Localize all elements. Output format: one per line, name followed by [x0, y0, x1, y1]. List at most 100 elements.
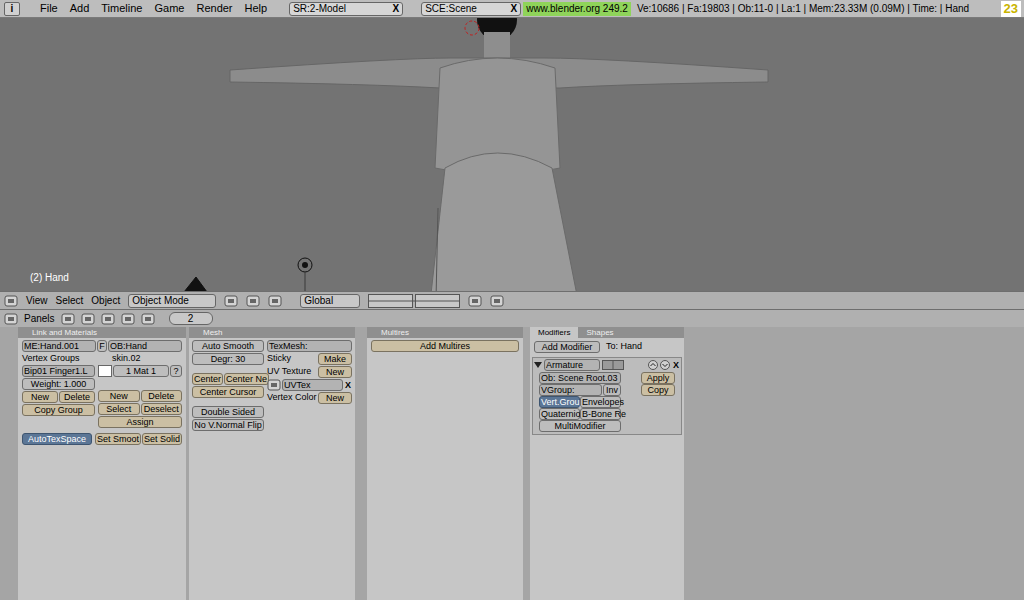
material-help-button[interactable]: ?	[170, 365, 182, 377]
armature-modifier: Armature X Ob: Scene Root.03VGroup:Inv Vert…	[532, 357, 682, 435]
modifier-delete-button[interactable]: X	[672, 360, 680, 370]
buttons-header: Panels 2	[0, 309, 1024, 327]
center-cursor-button[interactable]: Center Cursor	[192, 386, 264, 398]
menu-item[interactable]: Game	[154, 0, 184, 17]
set-solid-button[interactable]: Set Solid	[142, 433, 182, 445]
menu-item[interactable]: Help	[245, 0, 268, 17]
menu-item[interactable]: File	[40, 0, 58, 17]
menu-item[interactable]: Render	[196, 0, 232, 17]
logic-icon[interactable]	[61, 313, 75, 325]
draw-type-icon[interactable]	[224, 295, 238, 307]
uv-active-icon[interactable]	[267, 379, 281, 391]
set-smooth-button[interactable]: Set Smoot	[95, 433, 141, 445]
copy-group-button[interactable]: Copy Group	[22, 404, 95, 416]
panel-tab[interactable]: Shapes	[578, 327, 621, 338]
uv-name-field[interactable]: UVTex	[282, 379, 343, 391]
object-icon[interactable]	[121, 313, 135, 325]
menu-item[interactable]: Add	[70, 0, 90, 17]
mesh-panel: Mesh Auto SmoothDegr: 30 CenterCenter NeCe…	[189, 327, 355, 600]
invert-button[interactable]: Inv	[603, 384, 621, 396]
deform-option-button[interactable]: Envelopes	[580, 396, 621, 408]
frame-field[interactable]: 2	[169, 312, 213, 325]
expanded-arrow-icon[interactable]	[534, 361, 542, 369]
weight-field[interactable]: Weight: 1.000	[22, 378, 95, 390]
mesh-name-field[interactable]: ME:Hand.001	[22, 340, 96, 352]
sticky-make-button[interactable]: Make	[318, 353, 352, 365]
material-new-button[interactable]: New	[98, 390, 140, 402]
fake-user-button[interactable]: F	[97, 340, 107, 352]
menu-item[interactable]: Timeline	[101, 0, 142, 17]
info-button[interactable]: i	[4, 2, 20, 16]
uv-delete-button[interactable]: X	[344, 380, 352, 391]
material-assign-button[interactable]: Assign	[98, 416, 182, 428]
viewport-header: View Select Object Object Mode Global	[0, 291, 1024, 309]
lamp-icon[interactable]	[298, 258, 312, 291]
render-icon[interactable]	[490, 295, 504, 307]
3d-viewport[interactable]: (2) Hand	[0, 18, 1024, 291]
shading-icon[interactable]	[101, 313, 115, 325]
menu-item[interactable]: Object	[91, 293, 120, 308]
degree-field[interactable]: Degr: 30	[192, 353, 264, 365]
orientation-dropdown[interactable]: Global	[300, 294, 360, 308]
lock-icon[interactable]	[468, 295, 482, 307]
group-button[interactable]: Delete	[59, 391, 95, 403]
uv-new-button[interactable]: New	[318, 366, 352, 378]
panel-tab[interactable]: Modifiers	[530, 327, 578, 338]
material-deselect-button[interactable]: Deselect	[141, 403, 183, 415]
object-label: (2) Hand	[30, 270, 69, 285]
screen-close-button[interactable]: X	[392, 1, 399, 16]
vertex-color-new-button[interactable]: New	[318, 392, 352, 404]
multimodifier-button[interactable]: MultiModifier	[539, 420, 621, 432]
material-select-button[interactable]: Select	[98, 403, 140, 415]
deform-option-button[interactable]: B-Bone Re	[580, 408, 621, 420]
armature-object-field[interactable]: Ob: Scene Root.03	[539, 372, 621, 384]
add-modifier-button[interactable]: Add Modifier	[534, 341, 600, 353]
center-new-button[interactable]: Center Ne	[224, 373, 269, 385]
deform-option-button[interactable]: Vert.Group	[539, 396, 580, 408]
modifier-name-field[interactable]: Armature	[544, 359, 600, 371]
modifier-toggles-icon[interactable]	[602, 360, 624, 370]
auto-smooth-button[interactable]: Auto Smooth	[192, 340, 264, 352]
buttons-window: Link and Materials ME:Hand.001FOB:Hand Ver…	[0, 327, 1024, 600]
modifier-action-button[interactable]: Apply	[641, 372, 675, 384]
scene-selector[interactable]: SCE:SceneX	[421, 2, 521, 16]
vertex-group-field[interactable]: Bip01 Finger1.L	[22, 365, 95, 377]
script-icon[interactable]	[81, 313, 95, 325]
move-down-icon[interactable]	[660, 360, 670, 370]
add-multires-button[interactable]: Add Multires	[371, 340, 519, 352]
autotexspace-button[interactable]: AutoTexSpace	[22, 433, 92, 445]
panel-title[interactable]: Link and Materials	[18, 327, 186, 338]
center-button[interactable]: Center	[192, 373, 223, 385]
panel-title[interactable]: Mesh	[189, 327, 355, 338]
mode-dropdown[interactable]: Object Mode	[128, 294, 216, 308]
pivot-icon[interactable]	[246, 295, 260, 307]
menu-item[interactable]: View	[26, 293, 48, 308]
version-badge[interactable]: www.blender.org 249.2	[523, 2, 631, 16]
menu-item[interactable]: Select	[56, 293, 84, 308]
normal-flip-button[interactable]: No V.Normal Flip	[192, 419, 264, 431]
model-figure[interactable]	[230, 18, 768, 291]
deform-option-button[interactable]: Quaternion	[539, 408, 580, 420]
move-up-icon[interactable]	[648, 360, 658, 370]
panel-title[interactable]: Multires	[367, 327, 523, 338]
double-sided-button[interactable]: Double Sided	[192, 406, 264, 418]
editor-type-icon[interactable]	[4, 313, 18, 325]
manipulator-icon[interactable]	[268, 295, 282, 307]
screen-selector[interactable]: SR:2-ModelX	[289, 2, 403, 16]
scene-stats: Ve:10686 | Fa:19803 | Ob:11-0 | La:1 | M…	[637, 1, 969, 16]
sticky-label: Sticky	[267, 353, 291, 365]
scene-close-button[interactable]: X	[510, 1, 517, 16]
modifier-action-button[interactable]: Copy	[641, 384, 675, 396]
editing-icon[interactable]	[141, 313, 155, 325]
material-slot-field[interactable]: 1 Mat 1	[113, 365, 169, 377]
group-button[interactable]: New	[22, 391, 58, 403]
camera-icon[interactable]	[157, 277, 214, 291]
vgroup-field[interactable]: VGroup:	[539, 384, 602, 396]
layers-icon[interactable]	[368, 294, 460, 308]
object-name-field[interactable]: OB:Hand	[108, 340, 182, 352]
material-swatch[interactable]	[98, 365, 112, 377]
texmesh-field[interactable]: TexMesh:	[267, 340, 352, 352]
material-delete-button[interactable]: Delete	[141, 390, 183, 402]
panels-label[interactable]: Panels	[24, 311, 55, 326]
editor-type-icon[interactable]	[4, 295, 18, 307]
